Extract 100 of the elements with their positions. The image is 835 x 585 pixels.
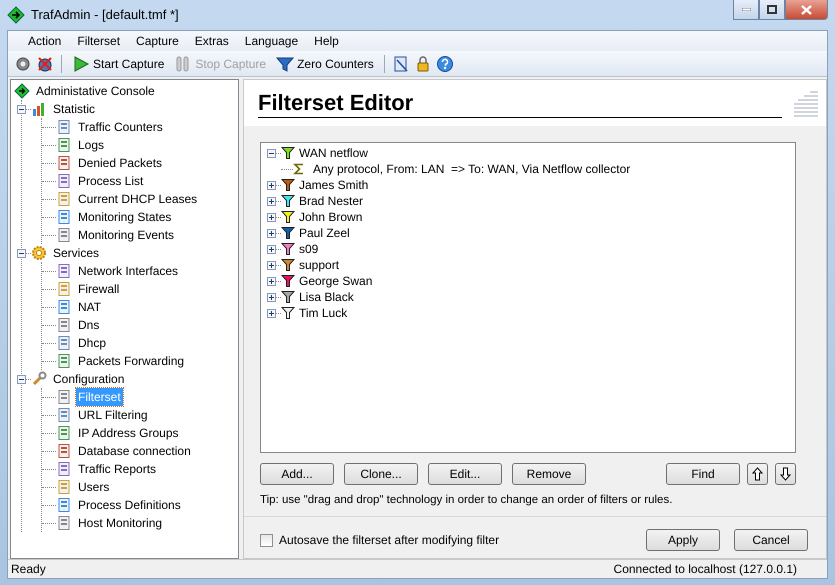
tree-item[interactable]: Traffic Reports <box>76 460 158 478</box>
tree-group[interactable]: Services <box>51 244 102 262</box>
expander-icon[interactable] <box>17 104 26 114</box>
menu-item[interactable]: Capture <box>128 32 187 50</box>
expander-icon[interactable] <box>267 196 276 206</box>
menu-item[interactable]: Filterset <box>69 32 128 50</box>
arrow-down-icon <box>780 467 791 481</box>
rule-item[interactable]: Any protocol, From: LAN => To: WAN, Via Netflow collector <box>313 160 630 178</box>
move-down-button[interactable] <box>775 463 796 485</box>
tree-group[interactable]: Configuration <box>51 370 126 388</box>
toolbar-button[interactable]: Start Capture <box>69 54 168 72</box>
expander-icon[interactable] <box>267 308 276 318</box>
page-icon <box>56 155 72 171</box>
page-icon <box>56 515 72 531</box>
page-icon <box>56 137 72 153</box>
tip-text: Tip: use "drag and drop" technology in order to change an order of filters or rules. <box>260 493 674 508</box>
tree-item[interactable]: Logs <box>76 136 106 154</box>
filter-item[interactable]: John Brown <box>299 208 362 226</box>
tree-item[interactable]: NAT <box>76 298 104 316</box>
expander-icon[interactable] <box>267 180 276 190</box>
document-pen-icon[interactable] <box>392 54 410 72</box>
filter-item[interactable]: George Swan <box>299 272 372 290</box>
expander-icon[interactable] <box>267 244 276 254</box>
filter-item[interactable]: Brad Nester <box>299 192 364 210</box>
filter-item[interactable]: Paul Zeel <box>299 224 350 242</box>
tree-group[interactable]: Statistic <box>51 100 98 118</box>
funnel-icon <box>276 54 294 72</box>
page-icon <box>56 227 72 243</box>
minimize-icon <box>742 8 750 11</box>
page-icon <box>56 317 72 333</box>
page-icon <box>56 173 72 189</box>
filter-item[interactable]: James Smith <box>299 176 368 194</box>
action-button[interactable]: Remove <box>512 463 586 485</box>
checkbox-label: Autosave the filterset after modifying filter <box>279 532 500 550</box>
page-icon <box>56 263 72 279</box>
window-title: TrafAdmin - [default.tmf *] <box>31 6 179 24</box>
page-icon <box>56 425 72 441</box>
expander-icon[interactable] <box>267 148 276 158</box>
maximize-button[interactable] <box>759 0 785 20</box>
filter-item[interactable]: Lisa Black <box>299 288 354 306</box>
page-icon <box>56 497 72 513</box>
tree-item[interactable]: Users <box>76 478 112 496</box>
tree-item[interactable]: Network Interfaces <box>76 262 180 280</box>
tree-item[interactable]: Database connection <box>76 442 193 460</box>
menu-item[interactable]: Help <box>306 32 347 50</box>
tree-item[interactable]: Process Definitions <box>76 496 183 514</box>
tree-root[interactable]: Administative Console <box>34 82 157 100</box>
maximize-icon <box>767 5 777 14</box>
expander-icon[interactable] <box>267 212 276 222</box>
tree-item[interactable]: Dhcp <box>76 334 108 352</box>
tree-item[interactable]: Current DHCP Leases <box>76 190 200 208</box>
expander-icon[interactable] <box>267 276 276 286</box>
action-button[interactable]: Edit... <box>428 463 502 485</box>
expander-icon[interactable] <box>17 374 26 384</box>
filter-item[interactable]: Tim Luck <box>299 304 348 322</box>
move-up-button[interactable] <box>747 463 768 485</box>
autosave-checkbox[interactable] <box>260 534 273 547</box>
sigma-icon <box>293 163 305 175</box>
find-button[interactable]: Find <box>666 463 740 485</box>
gear-cross-icon[interactable] <box>36 54 54 72</box>
minimize-button[interactable] <box>733 0 759 20</box>
tree-item[interactable]: Monitoring States <box>76 208 174 226</box>
tree-item[interactable]: IP Address Groups <box>76 424 180 442</box>
help-icon[interactable] <box>436 54 454 72</box>
page-icon <box>56 407 72 423</box>
tree-item[interactable]: Denied Packets <box>76 154 164 172</box>
status-text: Ready <box>11 561 46 578</box>
tree-item[interactable]: Host Monitoring <box>76 514 164 532</box>
expander-icon[interactable] <box>267 292 276 302</box>
tree-item[interactable]: Process List <box>76 172 146 190</box>
filter-item[interactable]: WAN netflow <box>299 144 368 162</box>
app-logo-icon <box>7 6 25 24</box>
menu-item[interactable]: Language <box>236 32 306 50</box>
page-icon <box>56 209 72 225</box>
expander-icon[interactable] <box>267 260 276 270</box>
menu-item[interactable]: Action <box>20 32 70 50</box>
tree-item[interactable]: Packets Forwarding <box>76 352 186 370</box>
arrow-up-icon <box>752 467 763 481</box>
action-button[interactable]: Clone... <box>344 463 418 485</box>
tree-item[interactable]: Dns <box>76 316 102 334</box>
page-icon <box>56 479 72 495</box>
toolbar-button[interactable]: Zero Counters <box>273 54 377 72</box>
tree-item[interactable]: URL Filtering <box>76 406 150 424</box>
action-button[interactable]: Add... <box>260 463 334 485</box>
dialog-button[interactable]: Cancel <box>734 529 808 552</box>
play-icon <box>72 54 90 72</box>
filter-item[interactable]: support <box>299 256 340 274</box>
close-button[interactable] <box>785 0 828 20</box>
expander-icon[interactable] <box>267 228 276 238</box>
page-icon <box>56 299 72 315</box>
tree-item[interactable]: Monitoring Events <box>76 226 176 244</box>
close-icon <box>801 4 812 14</box>
menu-item[interactable]: Extras <box>186 32 237 50</box>
filter-item[interactable]: s09 <box>299 240 318 258</box>
expander-icon[interactable] <box>17 248 26 258</box>
page-icon <box>56 119 72 135</box>
tree-item[interactable]: Traffic Counters <box>76 118 165 136</box>
tree-item[interactable]: Firewall <box>76 280 122 298</box>
dialog-button[interactable]: Apply <box>646 529 720 552</box>
page-icon <box>56 191 72 207</box>
